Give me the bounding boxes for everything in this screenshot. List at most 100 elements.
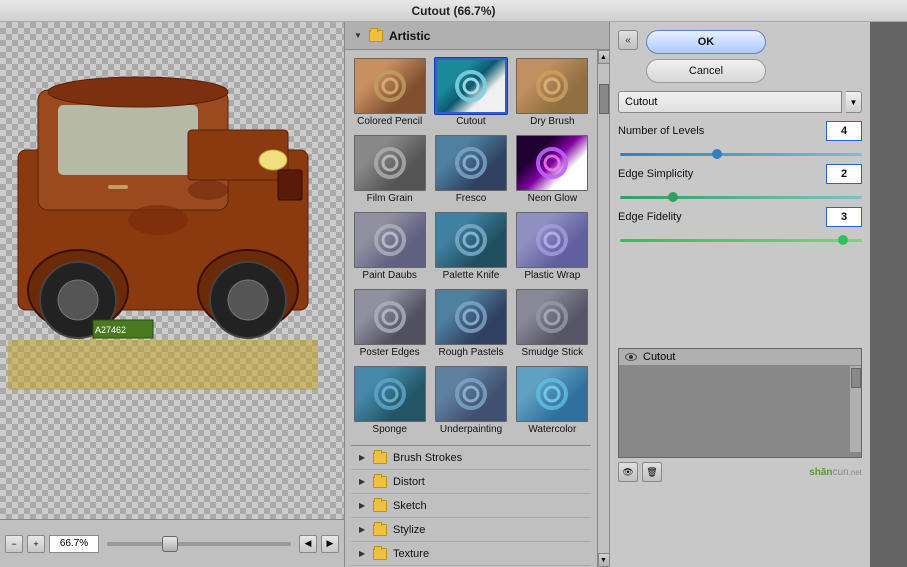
title-text: Cutout (66.7%) <box>412 4 496 18</box>
collapse-button[interactable]: « <box>618 30 638 50</box>
param-value-levels[interactable]: 4 <box>826 121 862 141</box>
filter-item-neon-glow[interactable]: Neon Glow <box>514 133 591 206</box>
filter-grid-area[interactable]: Colored Pencil Cutout Dry Br <box>345 50 597 567</box>
watermark: shān cun .net <box>809 467 862 478</box>
scroll-down-arrow[interactable]: ▼ <box>598 553 610 567</box>
filter-item-cutout[interactable]: Cutout <box>432 56 509 129</box>
filter-thumb-underpainting <box>435 366 507 422</box>
category-item-texture[interactable]: ▶ Texture <box>351 542 591 566</box>
filter-item-plastic-wrap[interactable]: Plastic Wrap <box>514 210 591 283</box>
filter-label-paint-daubs: Paint Daubs <box>362 270 416 281</box>
cat-label-distort: Distort <box>393 476 425 488</box>
bottom-bar: − + 66.7% ◀ ▶ <box>0 519 344 567</box>
cat-folder-distort <box>373 476 387 488</box>
nav-left-button[interactable]: ◀ <box>299 535 317 553</box>
filter-thumb-poster-edges <box>354 289 426 345</box>
category-collapse-arrow[interactable]: ▼ <box>353 31 363 41</box>
filter-item-paint-daubs[interactable]: Paint Daubs <box>351 210 428 283</box>
main-container: A27462 − + <box>0 22 907 567</box>
filter-item-rough-pastels[interactable]: Rough Pastels <box>432 287 509 360</box>
param-slider-row-fidelity <box>618 239 862 242</box>
filter-label-film-grain: Film Grain <box>367 193 413 204</box>
filter-label-rough-pastels: Rough Pastels <box>438 347 503 358</box>
zoom-minus-button[interactable]: − <box>5 535 23 553</box>
param-value-simplicity[interactable]: 2 <box>826 164 862 184</box>
ok-button[interactable]: OK <box>646 30 766 54</box>
filter-label-plastic-wrap: Plastic Wrap <box>524 270 580 281</box>
title-bar: Cutout (66.7%) <box>0 0 907 22</box>
scroll-thumb[interactable] <box>599 84 609 114</box>
param-slider-simplicity[interactable] <box>620 196 862 199</box>
category-item-brush-strokes[interactable]: ▶ Brush Strokes <box>351 446 591 470</box>
param-row-simplicity: Edge Simplicity 2 <box>618 164 862 184</box>
filter-thumb-cutout <box>435 58 507 114</box>
param-slider-row-levels <box>618 153 862 156</box>
param-label-simplicity: Edge Simplicity <box>618 168 822 180</box>
param-slider-thumb-levels[interactable] <box>712 149 722 159</box>
cat-folder-texture <box>373 548 387 560</box>
cat-arrow-brush-strokes: ▶ <box>359 453 367 462</box>
filter-thumb-plastic-wrap <box>516 212 588 268</box>
cancel-button[interactable]: Cancel <box>646 59 766 83</box>
filter-thumb-sponge <box>354 366 426 422</box>
cat-folder-sketch <box>373 500 387 512</box>
filter-thumb-smudge-stick <box>516 289 588 345</box>
effect-delete-button[interactable]: 🗑 <box>642 462 662 482</box>
zoom-slider-track[interactable] <box>107 542 291 546</box>
middle-scrollbar[interactable]: ▲ ▼ <box>597 50 609 567</box>
zoom-display: 66.7% <box>49 535 99 553</box>
category-item-stylize[interactable]: ▶ Stylize <box>351 518 591 542</box>
param-slider-fidelity[interactable] <box>620 239 862 242</box>
category-label: Artistic <box>389 29 430 43</box>
param-value-fidelity[interactable]: 3 <box>826 207 862 227</box>
effect-layer-label: Cutout <box>643 351 675 363</box>
param-slider-levels[interactable] <box>620 153 862 156</box>
filter-thumb-neon-glow <box>516 135 588 191</box>
filter-dropdown-arrow[interactable]: ▼ <box>846 91 862 113</box>
scroll-track[interactable] <box>598 64 610 553</box>
filter-selector: Cutout ▼ <box>618 91 862 113</box>
effects-content <box>619 366 861 452</box>
cat-arrow-distort: ▶ <box>359 477 367 486</box>
category-item-sketch[interactable]: ▶ Sketch <box>351 494 591 518</box>
cat-arrow-stylize: ▶ <box>359 525 367 534</box>
filter-thumb-film-grain <box>354 135 426 191</box>
filter-item-film-grain[interactable]: Film Grain <box>351 133 428 206</box>
effect-visibility-button[interactable]: 👁 <box>618 462 638 482</box>
cat-arrow-sketch: ▶ <box>359 501 367 510</box>
filter-item-palette-knife[interactable]: Palette Knife <box>432 210 509 283</box>
filter-item-poster-edges[interactable]: Poster Edges <box>351 287 428 360</box>
effects-scrollbar[interactable] <box>849 366 861 452</box>
param-row-levels: Number of Levels 4 <box>618 121 862 141</box>
eye-icon[interactable] <box>625 353 637 361</box>
param-row-fidelity: Edge Fidelity 3 <box>618 207 862 227</box>
filter-grid: Colored Pencil Cutout Dry Br <box>351 56 591 437</box>
effects-scrollbar-thumb[interactable] <box>851 368 861 388</box>
params-section: Number of Levels 4 Edge Simplicity 2 <box>618 121 862 336</box>
param-label-levels: Number of Levels <box>618 125 822 137</box>
cat-label-stylize: Stylize <box>393 524 425 536</box>
zoom-slider-thumb[interactable] <box>162 536 178 552</box>
filter-label-sponge: Sponge <box>372 424 406 435</box>
effects-header: Cutout <box>619 349 861 366</box>
filter-label-palette-knife: Palette Knife <box>443 270 500 281</box>
filter-item-watercolor[interactable]: Watercolor <box>514 364 591 437</box>
filter-item-dry-brush[interactable]: Dry Brush <box>514 56 591 129</box>
param-slider-thumb-fidelity[interactable] <box>838 235 848 245</box>
image-preview-area[interactable]: A27462 <box>0 22 344 519</box>
effects-section: Cutout <box>618 348 862 458</box>
zoom-plus-button[interactable]: + <box>27 535 45 553</box>
filter-item-underpainting[interactable]: Underpainting <box>432 364 509 437</box>
category-item-distort[interactable]: ▶ Distort <box>351 470 591 494</box>
effects-bottom: 👁 🗑 shān cun .net <box>618 458 862 486</box>
scroll-up-arrow[interactable]: ▲ <box>598 50 610 64</box>
param-slider-row-simplicity <box>618 196 862 199</box>
filter-item-sponge[interactable]: Sponge <box>351 364 428 437</box>
filter-item-fresco[interactable]: Fresco <box>432 133 509 206</box>
filter-item-colored-pencil[interactable]: Colored Pencil <box>351 56 428 129</box>
nav-right-button[interactable]: ▶ <box>321 535 339 553</box>
filter-item-smudge-stick[interactable]: Smudge Stick <box>514 287 591 360</box>
filter-dropdown[interactable]: Cutout <box>618 91 842 113</box>
param-slider-thumb-simplicity[interactable] <box>668 192 678 202</box>
cat-label-sketch: Sketch <box>393 500 427 512</box>
